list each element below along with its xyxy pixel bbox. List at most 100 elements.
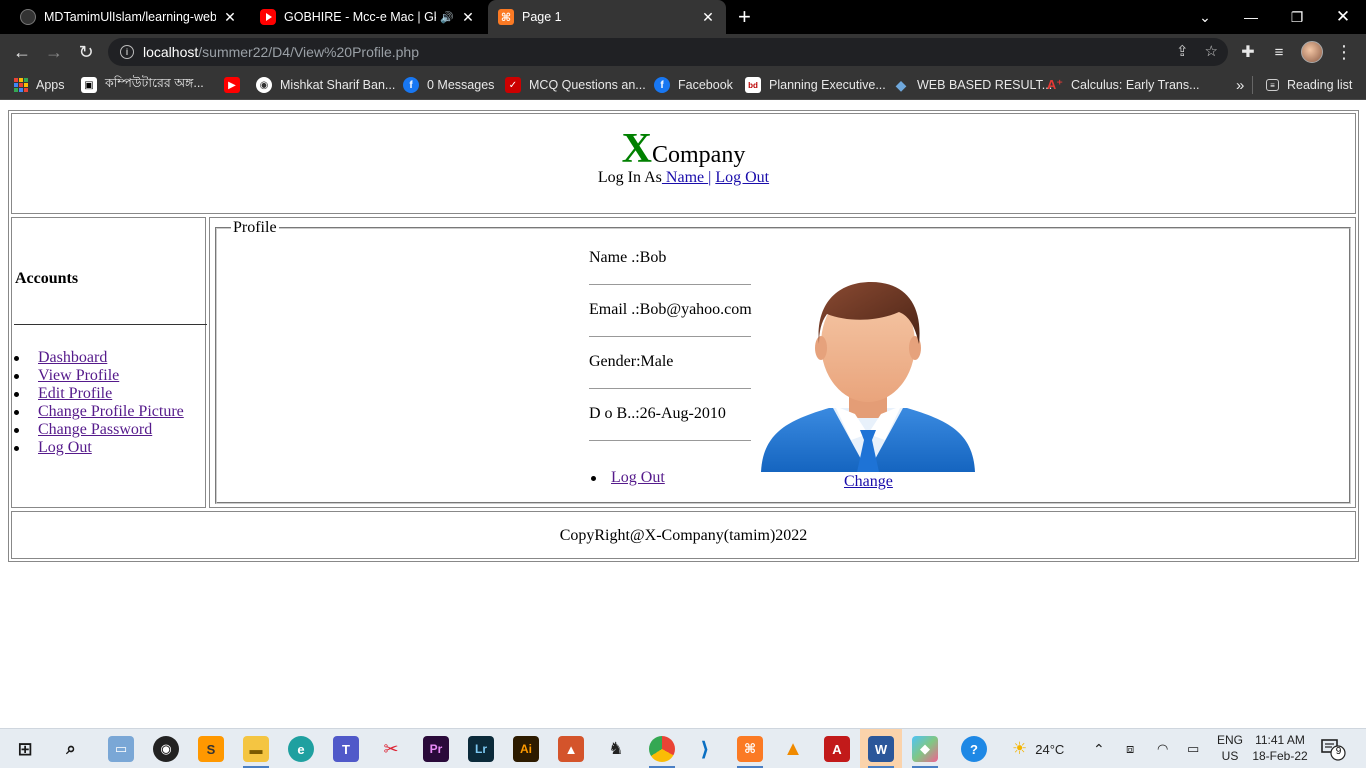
bookmark-web-result[interactable]: ◆ WEB BASED RESULT... xyxy=(893,76,1053,94)
search-icon[interactable]: ⌕ xyxy=(58,736,84,762)
new-tab-button[interactable]: + xyxy=(738,6,751,28)
more-bookmarks-button[interactable]: » xyxy=(1236,76,1244,94)
menu-kebab-icon[interactable]: ⋮ xyxy=(1332,40,1356,64)
bookmark-apps[interactable]: Apps xyxy=(14,76,65,94)
info-icon[interactable]: i xyxy=(120,45,134,59)
dashboard-link[interactable]: Dashboard xyxy=(38,349,107,366)
speaker-icon[interactable]: 🔊 xyxy=(440,11,454,24)
file-explorer-icon[interactable]: ▬ xyxy=(243,736,269,762)
teams-icon[interactable]: T xyxy=(333,736,359,762)
vscode-icon[interactable]: ⟩ xyxy=(692,736,718,762)
bookmark-bangla[interactable]: ▣ কম্পিউটারের অঙ্গ... xyxy=(81,76,204,94)
youtube-icon xyxy=(260,9,276,25)
edit-profile-link[interactable]: Edit Profile xyxy=(38,385,112,402)
sublime-icon[interactable]: S xyxy=(198,736,224,762)
sidebar-item-logout: Log Out xyxy=(12,439,184,457)
task-view-icon[interactable]: ▭ xyxy=(108,736,134,762)
minimize-button[interactable]: — xyxy=(1228,0,1274,34)
diamond-icon: ◆ xyxy=(895,76,907,93)
tab-github[interactable]: MDTamimUlIslam/learning-web- ✕ xyxy=(10,0,248,34)
notification-center-icon[interactable]: 9 xyxy=(1320,737,1346,761)
tab-strip: MDTamimUlIslam/learning-web- ✕ GOBHIRE -… xyxy=(0,0,1366,34)
url-text[interactable]: localhost/summer22/D4/View%20Profile.php xyxy=(143,44,419,60)
app-icon[interactable]: ▲ xyxy=(558,736,584,762)
close-icon[interactable]: ✕ xyxy=(700,9,716,26)
bookmark-planning[interactable]: bd Planning Executive... xyxy=(745,76,886,94)
gitkraken-icon[interactable]: ◆ xyxy=(912,736,938,762)
bookmark-star-icon[interactable]: ☆ xyxy=(1205,42,1218,60)
reload-icon[interactable]: ↻ xyxy=(74,40,98,64)
view-profile-link[interactable]: View Profile xyxy=(38,367,119,384)
restore-button[interactable]: ❐ xyxy=(1274,0,1320,34)
sidebar-item-view-profile: View Profile xyxy=(12,367,184,385)
profile-logout-link[interactable]: Log Out xyxy=(611,469,665,486)
bookmark-calculus[interactable]: A⁺ Calculus: Early Trans... xyxy=(1047,76,1200,94)
address-bar[interactable]: i localhost/summer22/D4/View%20Profile.p… xyxy=(108,38,1228,66)
xampp-icon[interactable]: ⌘ xyxy=(737,736,763,762)
obs-icon[interactable]: ◉ xyxy=(153,736,179,762)
lightroom-icon[interactable]: Lr xyxy=(468,736,494,762)
wifi-icon[interactable]: ◠ xyxy=(1157,729,1168,768)
weather-icon: ☀ xyxy=(1012,739,1028,758)
change-password-link[interactable]: Change Password xyxy=(38,421,152,438)
acrobat-icon[interactable]: A xyxy=(824,736,850,762)
layout-table: XCompany Log In As Name | Log Out Accoun… xyxy=(8,110,1359,562)
login-status: Log In As Name | Log Out xyxy=(597,169,770,186)
change-profile-picture-link[interactable]: Change Profile Picture xyxy=(38,403,184,420)
profile-avatar[interactable] xyxy=(1301,41,1323,63)
facebook-icon: f xyxy=(403,77,419,93)
github-icon xyxy=(20,9,36,25)
edge-icon[interactable]: e xyxy=(288,736,314,762)
profile-gender-row: Gender:Male xyxy=(589,353,753,405)
close-icon[interactable]: ✕ xyxy=(460,9,476,26)
reading-list-button[interactable]: ≡ Reading list xyxy=(1266,76,1352,94)
sidebar-menu: Dashboard View Profile Edit Profile Chan… xyxy=(12,349,184,457)
sidebar-item-change-picture: Change Profile Picture xyxy=(12,403,184,421)
chevron-up-icon[interactable]: ⌃ xyxy=(1093,729,1105,768)
sidebar-logout-link[interactable]: Log Out xyxy=(38,439,92,456)
tab-youtube[interactable]: GOBHIRE - Mcc-e Mac | Gk K 🔊 ✕ xyxy=(250,0,486,34)
change-picture-link[interactable]: Change xyxy=(844,473,893,491)
sidebar-item-change-password: Change Password xyxy=(12,421,184,439)
windows-start-icon[interactable]: ⊞ xyxy=(12,736,38,762)
copyright-text: CopyRight@X-Company(tamim)2022 xyxy=(559,527,808,544)
header: XCompany Log In As Name | Log Out xyxy=(11,113,1356,214)
premiere-icon[interactable]: Pr xyxy=(423,736,449,762)
site-icon: bd xyxy=(745,77,761,93)
battery-icon[interactable]: ▭ xyxy=(1187,729,1199,768)
close-icon[interactable]: ✕ xyxy=(222,9,238,26)
bookmark-messages[interactable]: f 0 Messages xyxy=(403,76,494,94)
snipping-icon[interactable]: ✂ xyxy=(378,736,404,762)
tab-search-icon[interactable]: ⌄ xyxy=(1182,0,1228,34)
clock[interactable]: 11:41 AM 18-Feb-22 xyxy=(1250,732,1310,764)
language-indicator[interactable]: ENG US xyxy=(1214,732,1246,764)
forward-arrow-icon[interactable]: → xyxy=(42,40,66,64)
logo-company: Company xyxy=(652,142,746,168)
media-control-icon[interactable]: ≡ xyxy=(1267,40,1291,64)
share-icon[interactable]: ⇪ xyxy=(1176,42,1189,60)
browser-toolbar: ← → ↻ i localhost/summer22/D4/View%20Pro… xyxy=(0,34,1366,70)
vlc-icon[interactable]: ▲ xyxy=(780,736,806,762)
chrome-icon[interactable] xyxy=(649,736,675,762)
profile-legend: Profile xyxy=(231,219,279,237)
gnu-icon[interactable]: ♞ xyxy=(603,736,629,762)
reading-list-icon: ≡ xyxy=(1266,79,1279,91)
close-window-button[interactable]: ✕ xyxy=(1320,0,1366,34)
word-icon[interactable]: W xyxy=(868,736,894,762)
bookmark-mcq[interactable]: ✓ MCQ Questions an... xyxy=(505,76,646,94)
illustrator-icon[interactable]: Ai xyxy=(513,736,539,762)
help-icon[interactable]: ? xyxy=(961,736,987,762)
bookmark-facebook[interactable]: f Facebook xyxy=(654,76,733,94)
footer: CopyRight@X-Company(tamim)2022 xyxy=(11,511,1356,559)
tab-page1[interactable]: ⌘ Page 1 ✕ xyxy=(488,0,726,34)
bookmarks-bar: Apps ▣ কম্পিউটারের অঙ্গ... ▶ ◉ Mishkat S… xyxy=(0,70,1366,100)
youtube-icon: ▶ xyxy=(224,77,240,93)
header-logout-link[interactable]: Log Out xyxy=(715,169,769,186)
device-icon[interactable]: ⧈ xyxy=(1126,729,1134,768)
extensions-icon[interactable]: ✚ xyxy=(1236,40,1260,64)
bookmark-youtube[interactable]: ▶ xyxy=(224,76,248,94)
bookmark-mishkat[interactable]: ◉ Mishkat Sharif Ban... xyxy=(256,76,395,94)
user-name-link[interactable]: Name xyxy=(662,169,708,186)
back-arrow-icon[interactable]: ← xyxy=(10,40,34,64)
weather-widget[interactable]: ☀ 24°C xyxy=(1012,729,1064,768)
